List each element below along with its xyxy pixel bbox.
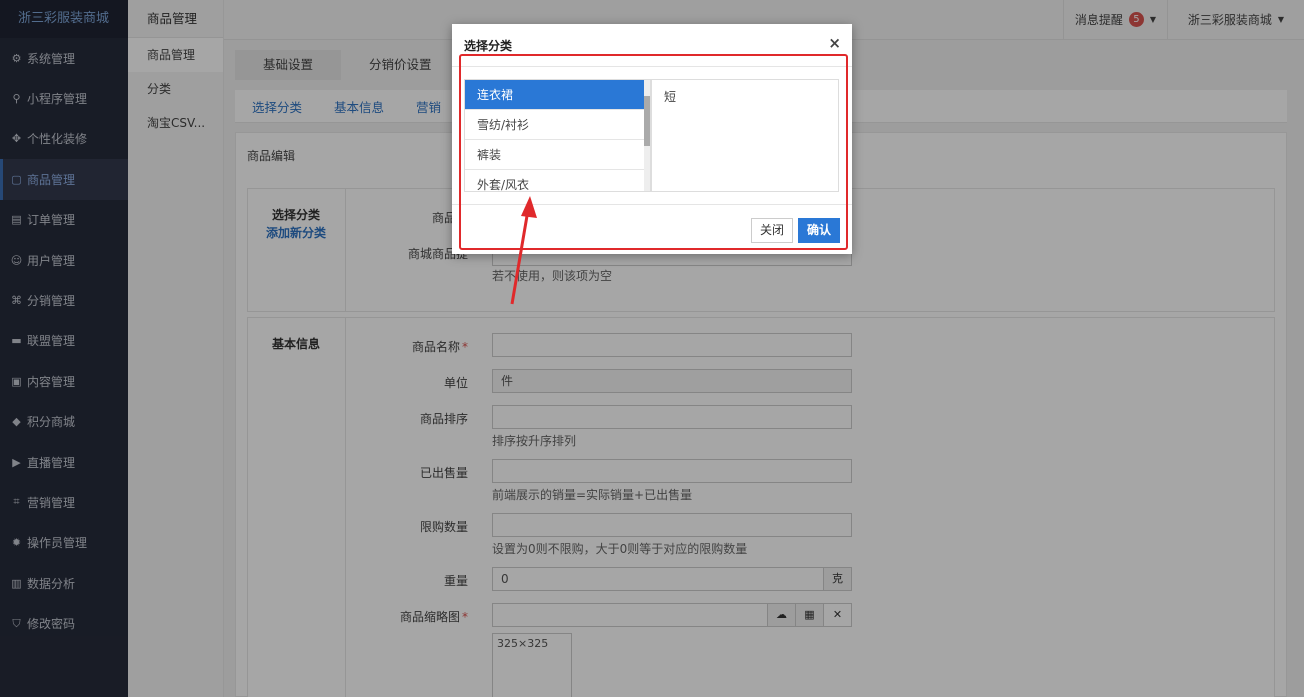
modal-title: 选择分类 <box>464 39 513 53</box>
app-root: 浙三彩服装商城 ⚙ 系统管理 ⚲ 小程序管理 ✥ 个性化装修 ▢ 商品管理 ▤ 订单管理 ☺ 用户管理… <box>0 0 1304 697</box>
close-icon[interactable]: × <box>828 34 841 52</box>
annotation-highlight-box <box>459 54 848 250</box>
